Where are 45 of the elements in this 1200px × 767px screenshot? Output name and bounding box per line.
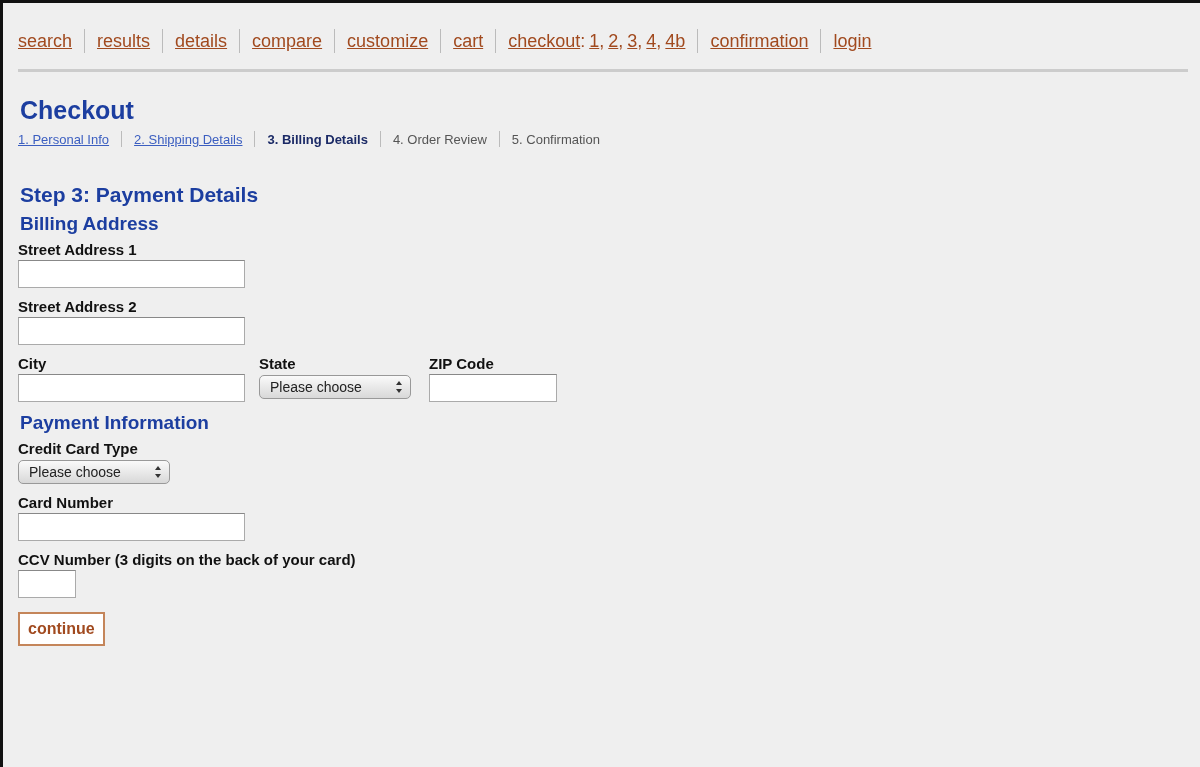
page-link[interactable]: 4b	[665, 30, 686, 52]
step-label: 4. Order Review	[392, 131, 487, 147]
input-field[interactable]	[18, 513, 245, 541]
comma: ,	[599, 30, 605, 52]
nav-link[interactable]: compare	[252, 30, 323, 52]
comma: ,	[618, 30, 624, 52]
nav-link[interactable]: cart	[453, 30, 484, 52]
current-step: 3. Billing Details	[267, 131, 368, 147]
continue-button[interactable]: continue	[18, 612, 105, 646]
input-field[interactable]	[18, 260, 245, 288]
page-link[interactable]: 3	[627, 30, 638, 52]
field-label: CCV Number (3 digits on the back of your card)	[18, 551, 356, 568]
nav-link[interactable]: login	[833, 30, 872, 52]
comma: ,	[637, 30, 643, 52]
page-link[interactable]: 4	[646, 30, 657, 52]
step-link[interactable]: 1. Personal Info	[18, 131, 110, 147]
dropdown[interactable]: Please choose	[18, 460, 170, 484]
colon: :	[580, 30, 586, 52]
field-label: Card Number	[18, 494, 115, 511]
step-label: 5. Confirmation	[511, 131, 600, 147]
input-field[interactable]	[18, 570, 76, 598]
dropdown[interactable]: Please choose	[259, 375, 411, 399]
nav-link[interactable]: checkout	[508, 30, 581, 52]
field-label: ZIP Code	[429, 355, 495, 372]
field-label: Street Address 2	[18, 298, 138, 315]
field-label: Credit Card Type	[18, 440, 139, 457]
page-title: Checkout	[20, 96, 135, 125]
input-field[interactable]	[18, 317, 245, 345]
page-link[interactable]: 1	[589, 30, 600, 52]
field-label: State	[259, 355, 297, 372]
comma: ,	[656, 30, 662, 52]
nav-link[interactable]: customize	[347, 30, 429, 52]
field-label: City	[18, 355, 48, 372]
field-label: Street Address 1	[18, 241, 138, 258]
nav-link[interactable]: confirmation	[710, 30, 809, 52]
nav-link[interactable]: search	[18, 30, 73, 52]
input-field[interactable]	[18, 374, 245, 402]
nav-link[interactable]: details	[175, 30, 228, 52]
section-heading: Payment Information	[20, 412, 210, 434]
section-heading: Billing Address	[20, 213, 160, 235]
page-link[interactable]: 2	[608, 30, 619, 52]
input-field[interactable]	[429, 374, 557, 402]
nav-link[interactable]: results	[97, 30, 151, 52]
step-link[interactable]: 2. Shipping Details	[134, 131, 243, 147]
step-heading: Step 3: Payment Details	[20, 183, 260, 207]
